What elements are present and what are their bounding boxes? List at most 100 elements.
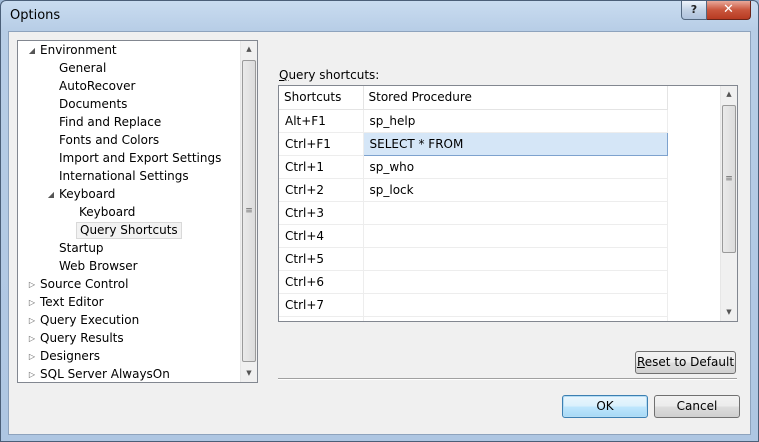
tree-item[interactable]: Query Shortcuts: [18, 222, 242, 240]
reset-accel: R: [636, 355, 645, 369]
tree-item-label: Import and Export Settings: [59, 151, 222, 165]
tree-item-label: Designers: [40, 349, 100, 363]
procedure-cell[interactable]: SELECT * FROM: [362, 131, 668, 156]
tree-item-label: AutoRecover: [59, 79, 136, 93]
tree-item-label: SQL Server AlwaysOn: [40, 367, 170, 381]
procedure-cell[interactable]: sp_lock: [363, 178, 668, 202]
query-shortcuts-label: Query shortcuts:: [279, 68, 379, 82]
shortcut-cell[interactable]: Ctrl+5: [279, 247, 364, 271]
shortcut-cell[interactable]: Ctrl+6: [279, 270, 364, 294]
shortcut-cell[interactable]: Ctrl+2: [279, 178, 364, 202]
ok-button[interactable]: OK: [562, 395, 648, 418]
table-row[interactable]: Ctrl+6: [279, 270, 668, 294]
procedure-cell[interactable]: [363, 247, 668, 271]
table-row[interactable]: Ctrl+8: [279, 316, 668, 321]
table-row[interactable]: Ctrl+4: [279, 224, 668, 248]
tree-item-label: Query Shortcuts: [76, 222, 182, 239]
tree-item-label: Environment: [40, 43, 117, 57]
table-row[interactable]: Ctrl+5: [279, 247, 668, 271]
tree-item-label: Source Control: [40, 277, 129, 291]
table-row[interactable]: Ctrl+7: [279, 293, 668, 317]
grid-grip-icon: ≡: [725, 174, 733, 184]
tree-rows: ◢ Environment General AutoRecover Documents F…: [18, 42, 242, 382]
tree-item-label: Text Editor: [40, 295, 104, 309]
tree-item[interactable]: Web Browser: [18, 258, 242, 276]
tree-item-label: Find and Replace: [59, 115, 162, 129]
grid-scrollbar[interactable]: ▲ ≡ ▼: [720, 86, 737, 321]
grid-scroll-up-icon[interactable]: ▲: [721, 86, 737, 103]
tree-item[interactable]: Find and Replace: [18, 114, 242, 132]
tree-item[interactable]: AutoRecover: [18, 78, 242, 96]
options-dialog: Options ? ✕ ◢ Environment General AutoRecov…: [0, 0, 759, 442]
tree-item[interactable]: ◢ Keyboard: [18, 186, 242, 204]
grid-scroll-down-icon[interactable]: ▼: [721, 304, 737, 321]
tree-item[interactable]: ▷ Query Execution: [18, 312, 242, 330]
reset-label: eset to Default: [644, 355, 735, 369]
tree-item-label: Startup: [59, 241, 104, 255]
procedure-cell[interactable]: [363, 293, 668, 317]
tree-item[interactable]: International Settings: [18, 168, 242, 186]
grip-icon: ≡: [245, 206, 253, 216]
tree-item[interactable]: ▷ Text Editor: [18, 294, 242, 312]
tree-item-label: International Settings: [59, 169, 189, 183]
shortcut-cell[interactable]: Ctrl+F1: [279, 132, 364, 156]
procedure-cell[interactable]: [363, 316, 668, 321]
tree-item-label: General: [59, 61, 107, 75]
options-tree[interactable]: ◢ Environment General AutoRecover Documents F…: [17, 40, 258, 383]
dialog-client-area: ◢ Environment General AutoRecover Documents F…: [8, 31, 751, 435]
tree-item-label: Documents: [59, 97, 128, 111]
tree-item[interactable]: Startup: [18, 240, 242, 258]
procedure-cell[interactable]: sp_help: [363, 109, 668, 133]
shortcut-cell[interactable]: Ctrl+4: [279, 224, 364, 248]
table-row[interactable]: Ctrl+2 sp_lock: [279, 178, 668, 202]
title-bar[interactable]: Options ? ✕: [1, 1, 758, 31]
table-row[interactable]: Ctrl+1 sp_who: [279, 155, 668, 179]
tree-item[interactable]: ▷ SQL Server AlwaysOn: [18, 366, 242, 382]
close-icon: ✕: [723, 2, 734, 17]
tree-item-label: Keyboard: [59, 187, 116, 201]
tree-item[interactable]: ◢ Environment: [18, 42, 242, 60]
separator: [278, 378, 737, 380]
shortcut-cell[interactable]: Ctrl+3: [279, 201, 364, 225]
shortcut-cell[interactable]: Ctrl+1: [279, 155, 364, 179]
grid-body: Alt+F1 sp_help Ctrl+F1 SELECT * FROM Ctrl+1 s…: [279, 109, 668, 321]
cancel-button[interactable]: Cancel: [654, 395, 740, 418]
tree-scroll-thumb[interactable]: ≡: [242, 60, 256, 362]
shortcut-cell[interactable]: Ctrl+8: [279, 316, 364, 321]
tree-item-label: Query Execution: [40, 313, 140, 327]
tree-item[interactable]: Documents: [18, 96, 242, 114]
tree-item[interactable]: ▷ Source Control: [18, 276, 242, 294]
table-row[interactable]: Alt+F1 sp_help: [279, 109, 668, 133]
close-button[interactable]: ✕: [707, 1, 751, 20]
shortcut-cell[interactable]: Ctrl+7: [279, 293, 364, 317]
scroll-up-icon[interactable]: ▲: [241, 41, 257, 58]
tree-item[interactable]: ▷ Query Results: [18, 330, 242, 348]
tree-item-label: Query Results: [40, 331, 124, 345]
shortcuts-grid[interactable]: Shortcuts Stored Procedure Alt+F1 sp_help…: [278, 85, 738, 322]
tree-item[interactable]: Keyboard: [18, 204, 242, 222]
window-title: Options: [10, 8, 61, 23]
column-header-stored-procedure[interactable]: Stored Procedure: [363, 86, 668, 110]
query-shortcuts-label-text: uery shortcuts:: [288, 68, 380, 82]
shortcut-cell[interactable]: Alt+F1: [279, 109, 364, 133]
reset-to-default-button[interactable]: Reset to Default: [635, 351, 736, 374]
scroll-down-icon[interactable]: ▼: [241, 365, 257, 382]
tree-item-label: Fonts and Colors: [59, 133, 160, 147]
table-row[interactable]: Ctrl+3: [279, 201, 668, 225]
procedure-cell[interactable]: [363, 224, 668, 248]
column-header-shortcuts[interactable]: Shortcuts: [279, 86, 364, 110]
table-row[interactable]: Ctrl+F1 SELECT * FROM: [279, 131, 668, 156]
tree-item[interactable]: Fonts and Colors: [18, 132, 242, 150]
tree-scrollbar[interactable]: ▲ ≡ ▼: [240, 41, 257, 382]
procedure-cell[interactable]: sp_who: [363, 155, 668, 179]
tree-item[interactable]: ▷ Designers: [18, 348, 242, 366]
procedure-cell[interactable]: [363, 270, 668, 294]
help-icon: ?: [690, 3, 698, 16]
tree-item[interactable]: General: [18, 60, 242, 78]
procedure-cell[interactable]: [363, 201, 668, 225]
tree-item[interactable]: Import and Export Settings: [18, 150, 242, 168]
tree-item-label: Web Browser: [59, 259, 138, 273]
grid-header-row: Shortcuts Stored Procedure: [279, 86, 668, 110]
grid-scroll-thumb[interactable]: ≡: [722, 105, 736, 253]
help-button[interactable]: ?: [681, 1, 707, 20]
